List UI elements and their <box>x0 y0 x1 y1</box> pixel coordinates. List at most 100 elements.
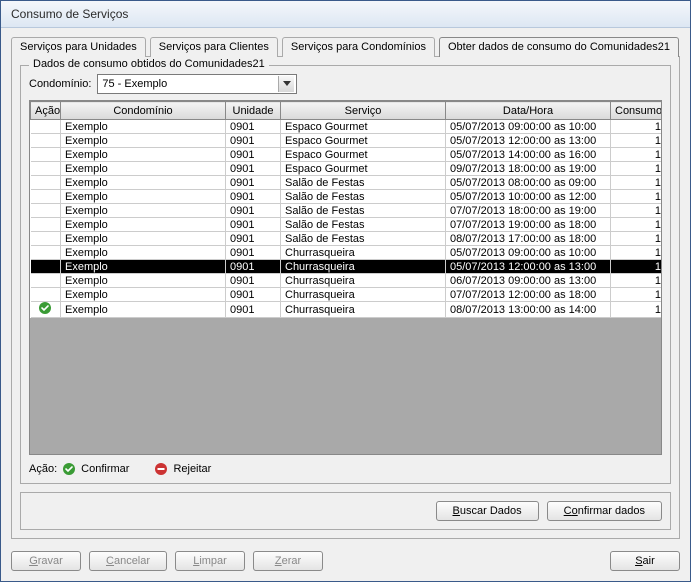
cell-acao <box>31 274 61 288</box>
table-row[interactable]: Exemplo0901Salão de Festas05/07/2013 10:… <box>31 190 663 204</box>
col-condominio[interactable]: Condomínio <box>61 102 226 120</box>
cell-condominio: Exemplo <box>61 176 226 190</box>
cell-unidade: 0901 <box>226 218 281 232</box>
window-title: Consumo de Serviços <box>1 1 690 28</box>
tab-strip: Serviços para UnidadesServiços para Clie… <box>11 36 680 56</box>
condominio-row: Condomínio: 75 - Exemplo <box>29 74 662 94</box>
fieldset-legend: Dados de consumo obtidos do Comunidades2… <box>29 58 269 70</box>
condominio-combo-value: 75 - Exemplo <box>102 78 167 90</box>
cell-acao <box>31 260 61 274</box>
cell-consumo: 1 <box>611 120 663 134</box>
cell-unidade: 0901 <box>226 302 281 318</box>
data-grid[interactable]: Ação Condomínio Unidade Serviço Data/Hor… <box>29 100 662 455</box>
cell-acao <box>31 302 61 318</box>
cell-consumo: 1 <box>611 204 663 218</box>
cell-condominio: Exemplo <box>61 260 226 274</box>
cell-condominio: Exemplo <box>61 162 226 176</box>
cell-acao <box>31 218 61 232</box>
cell-datahora: 05/07/2013 09:00:00 as 10:00 <box>446 246 611 260</box>
cell-servico: Salão de Festas <box>281 232 446 246</box>
cell-unidade: 0901 <box>226 190 281 204</box>
tab-1[interactable]: Serviços para Clientes <box>150 37 278 57</box>
tab-2[interactable]: Serviços para Condomínios <box>282 37 435 57</box>
cell-condominio: Exemplo <box>61 274 226 288</box>
cell-acao <box>31 134 61 148</box>
cell-datahora: 07/07/2013 19:00:00 as 18:00 <box>446 218 611 232</box>
limpar-button[interactable]: Limpar <box>175 551 245 571</box>
table-row[interactable]: Exemplo0901Churrasqueira05/07/2013 09:00… <box>31 246 663 260</box>
cell-datahora: 08/07/2013 17:00:00 as 18:00 <box>446 232 611 246</box>
cell-consumo: 1 <box>611 176 663 190</box>
table-row[interactable]: Exemplo0901Salão de Festas07/07/2013 19:… <box>31 218 663 232</box>
cell-consumo: 1 <box>611 260 663 274</box>
table-row[interactable]: Exemplo0901Espaco Gourmet09/07/2013 18:0… <box>31 162 663 176</box>
cell-consumo: 1 <box>611 288 663 302</box>
cell-condominio: Exemplo <box>61 148 226 162</box>
cell-acao <box>31 162 61 176</box>
cell-condominio: Exemplo <box>61 134 226 148</box>
table-row[interactable]: Exemplo0901Churrasqueira07/07/2013 12:00… <box>31 288 663 302</box>
cell-servico: Churrasqueira <box>281 274 446 288</box>
cell-servico: Churrasqueira <box>281 288 446 302</box>
sair-button[interactable]: Sair <box>610 551 680 571</box>
cell-servico: Churrasqueira <box>281 260 446 274</box>
cell-unidade: 0901 <box>226 148 281 162</box>
cell-unidade: 0901 <box>226 162 281 176</box>
cell-unidade: 0901 <box>226 288 281 302</box>
table-row[interactable]: Exemplo0901Espaco Gourmet05/07/2013 14:0… <box>31 148 663 162</box>
cell-consumo: 1 <box>611 274 663 288</box>
tab-3[interactable]: Obter dados de consumo do Comunidades21 <box>439 37 679 57</box>
data-table: Ação Condomínio Unidade Serviço Data/Hor… <box>30 101 662 318</box>
cancelar-button[interactable]: Cancelar <box>89 551 167 571</box>
table-row[interactable]: Exemplo0901Salão de Festas07/07/2013 18:… <box>31 204 663 218</box>
cell-unidade: 0901 <box>226 260 281 274</box>
cell-consumo: 1 <box>611 162 663 176</box>
cell-condominio: Exemplo <box>61 288 226 302</box>
cell-condominio: Exemplo <box>61 204 226 218</box>
cell-consumo: 1 <box>611 134 663 148</box>
table-row[interactable]: Exemplo0901Churrasqueira05/07/2013 12:00… <box>31 260 663 274</box>
cell-acao <box>31 190 61 204</box>
zerar-button[interactable]: Zerar <box>253 551 323 571</box>
cell-unidade: 0901 <box>226 246 281 260</box>
table-row[interactable]: Exemplo0901Espaco Gourmet05/07/2013 12:0… <box>31 134 663 148</box>
table-row[interactable]: Exemplo0901Churrasqueira08/07/2013 13:00… <box>31 302 663 318</box>
tab-0[interactable]: Serviços para Unidades <box>11 37 146 57</box>
col-servico[interactable]: Serviço <box>281 102 446 120</box>
cell-acao <box>31 120 61 134</box>
col-consumo[interactable]: Consumo <box>611 102 663 120</box>
cell-servico: Salão de Festas <box>281 190 446 204</box>
gravar-button[interactable]: Gravar <box>11 551 81 571</box>
table-row[interactable]: Exemplo0901Salão de Festas08/07/2013 17:… <box>31 232 663 246</box>
table-row[interactable]: Exemplo0901Espaco Gourmet05/07/2013 09:0… <box>31 120 663 134</box>
cell-acao <box>31 246 61 260</box>
col-acao[interactable]: Ação <box>31 102 61 120</box>
cell-acao <box>31 148 61 162</box>
cell-condominio: Exemplo <box>61 120 226 134</box>
fieldset-dados-consumo: Dados de consumo obtidos do Comunidades2… <box>20 65 671 484</box>
cell-condominio: Exemplo <box>61 190 226 204</box>
cell-servico: Salão de Festas <box>281 204 446 218</box>
table-row[interactable]: Exemplo0901Salão de Festas05/07/2013 08:… <box>31 176 663 190</box>
table-row[interactable]: Exemplo0901Churrasqueira06/07/2013 09:00… <box>31 274 663 288</box>
cell-unidade: 0901 <box>226 120 281 134</box>
cell-servico: Espaco Gourmet <box>281 120 446 134</box>
chevron-down-icon[interactable] <box>278 76 294 92</box>
cell-datahora: 07/07/2013 18:00:00 as 19:00 <box>446 204 611 218</box>
col-unidade[interactable]: Unidade <box>226 102 281 120</box>
cell-servico: Churrasqueira <box>281 246 446 260</box>
confirmar-dados-button[interactable]: Confirmar dados <box>547 501 662 521</box>
legend-prefix: Ação: <box>29 463 57 475</box>
col-datahora[interactable]: Data/Hora <box>446 102 611 120</box>
cell-datahora: 05/07/2013 12:00:00 as 13:00 <box>446 134 611 148</box>
cell-servico: Espaco Gourmet <box>281 134 446 148</box>
buscar-dados-button[interactable]: Buscar Dados <box>436 501 539 521</box>
condominio-combo[interactable]: 75 - Exemplo <box>97 74 297 94</box>
cell-datahora: 05/07/2013 14:00:00 as 16:00 <box>446 148 611 162</box>
cell-servico: Espaco Gourmet <box>281 162 446 176</box>
cell-datahora: 08/07/2013 13:00:00 as 14:00 <box>446 302 611 318</box>
cell-datahora: 05/07/2013 08:00:00 as 09:00 <box>446 176 611 190</box>
cell-unidade: 0901 <box>226 232 281 246</box>
action-button-bar: Buscar Dados Confirmar dados <box>20 492 671 530</box>
legend-row: Ação: Confirmar Rejeitar <box>29 463 662 475</box>
